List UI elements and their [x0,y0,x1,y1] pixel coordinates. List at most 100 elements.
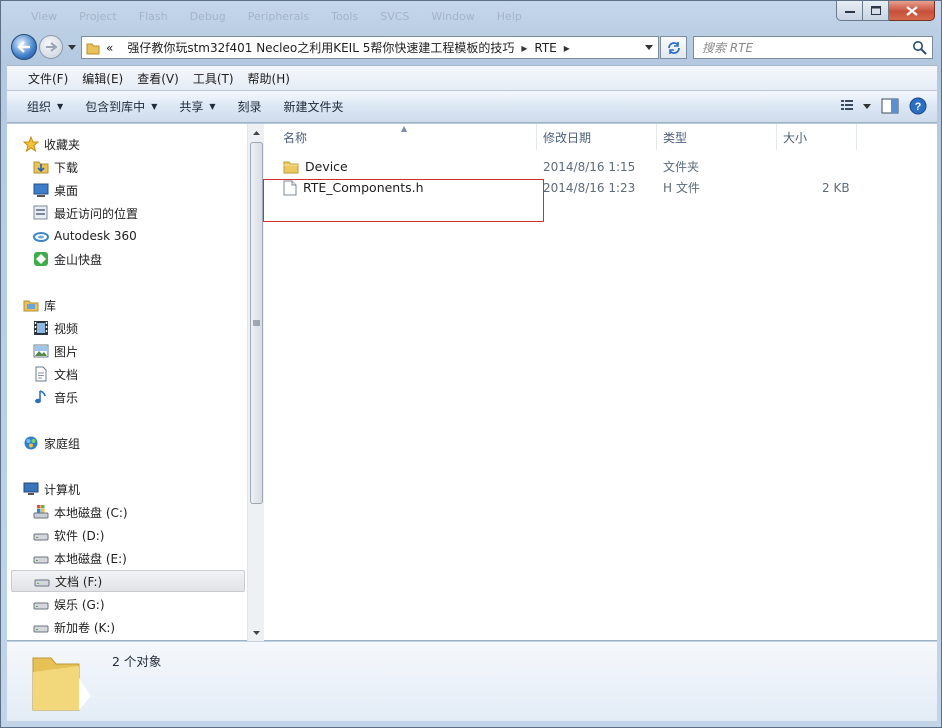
breadcrumb-separator-icon[interactable]: ▸ [521,41,527,55]
chevron-down-icon: ▼ [151,102,158,111]
folder-icon [283,159,299,175]
file-type: H 文件 [663,181,700,195]
nav-libraries[interactable]: 库 [23,294,247,316]
minimize-button[interactable] [836,1,863,21]
bg-menu-item: Help [496,10,522,23]
nav-downloads[interactable]: 下载 [33,156,247,178]
chevron-down-icon: ▼ [57,102,64,111]
scroll-down-button[interactable] [248,624,264,641]
refresh-icon [667,41,680,54]
column-header-name[interactable]: 名称 [277,124,537,150]
drive-icon [33,550,49,566]
nav-scrollbar[interactable] [247,124,264,641]
nav-pictures[interactable]: 图片 [33,340,247,362]
column-header-size[interactable]: 大小 [777,124,857,150]
nav-documents[interactable]: 文档 [33,363,247,385]
breadcrumb-separator-icon[interactable]: ▸ [564,41,570,55]
nav-music[interactable]: 音乐 [33,386,247,408]
grip-icon [253,320,260,326]
nav-computer[interactable]: 计算机 [23,478,247,500]
search-input[interactable]: 搜索 RTE [693,36,933,59]
organize-label: 组织 [27,100,52,114]
maximize-button[interactable] [863,1,889,21]
menu-edit[interactable]: 编辑(E) [75,70,130,87]
nav-kuaipan[interactable]: 金山快盘 [33,248,247,270]
include-in-library-button[interactable]: 包含到库中 ▼ [77,98,165,115]
column-header-date[interactable]: 修改日期 [537,124,657,150]
menu-bar: 文件(F) 编辑(E) 查看(V) 工具(T) 帮助(H) [7,65,937,90]
back-button[interactable] [11,34,37,60]
drive-icon [33,596,49,612]
star-icon [23,136,39,152]
burn-button[interactable]: 刻录 [230,98,270,115]
organize-button[interactable]: 组织 ▼ [19,98,71,115]
document-icon [33,366,49,382]
new-folder-label: 新建文件夹 [283,100,344,114]
nav-autodesk-360[interactable]: Autodesk 360 [33,225,247,247]
new-folder-button[interactable]: 新建文件夹 [276,98,352,115]
forward-button[interactable] [39,35,63,59]
nav-homegroup[interactable]: 家庭组 [23,432,247,454]
details-pane: 2 个对象 [7,642,937,721]
scroll-thumb[interactable] [250,142,263,504]
downloads-folder-icon [33,159,49,175]
nav-label: 本地磁盘 (E:) [54,551,127,566]
chevron-down-icon [252,630,260,635]
nav-favorites[interactable]: 收藏夹 [23,133,247,155]
bg-menu-item: Peripherals [247,10,310,23]
nav-drive-k[interactable]: 新加卷 (K:) [33,616,247,638]
menu-view[interactable]: 查看(V) [130,70,186,87]
chevron-down-icon [645,45,653,50]
refresh-button[interactable] [660,36,687,59]
address-dropdown-button[interactable] [640,37,658,58]
bg-menu-item: Debug [189,10,226,23]
breadcrumb-item[interactable]: RTE [534,41,556,55]
menu-help[interactable]: 帮助(H) [241,70,297,87]
command-bar: 组织 ▼ 包含到库中 ▼ 共享 ▼ 刻录 新建文件夹 ? [7,90,937,123]
view-options-icon[interactable] [841,99,871,113]
breadcrumb-item[interactable]: 强仔教你玩stm32f401 Necleo之利用KEIL 5帮你快速建工程模板的… [127,39,514,56]
bg-menu-item: Window [431,10,475,23]
search-icon[interactable] [912,40,928,56]
nav-label: 娱乐 (G:) [54,597,105,612]
scroll-up-button[interactable] [248,124,264,141]
desktop-icon [33,182,49,198]
column-header-type[interactable]: 类型 [657,124,777,150]
kuaipan-icon [33,251,49,267]
nav-label: 收藏夹 [44,137,81,152]
cloud-icon [33,228,49,244]
nav-drive-c[interactable]: 本地磁盘 (C:) [33,501,247,523]
bg-menu-item: Project [79,10,117,23]
file-row[interactable]: Device 2014/8/16 1:15 文件夹 [265,156,937,177]
background-app-menu: View Project Flash Debug Peripherals Too… [1,1,601,31]
share-button[interactable]: 共享 ▼ [171,98,223,115]
nav-label: 文档 [54,367,79,382]
nav-drive-d[interactable]: 软件 (D:) [33,524,247,546]
breadcrumb-overflow[interactable]: « [106,41,113,55]
nav-drive-e[interactable]: 本地磁盘 (E:) [33,547,247,569]
menu-tools[interactable]: 工具(T) [186,70,241,87]
nav-drive-f[interactable]: 文档 (F:) [11,570,245,592]
file-size: 2 KB [822,180,850,195]
nav-desktop[interactable]: 桌面 [33,179,247,201]
nav-drive-g[interactable]: 娱乐 (G:) [33,593,247,615]
close-button[interactable] [889,1,935,21]
bg-menu-item: Tools [331,10,359,23]
preview-pane-icon[interactable] [881,98,899,114]
address-bar[interactable]: « 强仔教你玩stm32f401 Necleo之利用KEIL 5帮你快速建工程模… [81,36,659,59]
recent-pages-button[interactable] [66,41,78,53]
annotation-highlight-box [263,179,544,222]
menu-file[interactable]: 文件(F) [21,70,75,87]
help-icon[interactable]: ? [909,97,927,115]
music-icon [33,389,49,405]
navigation-pane: 收藏夹 下载 桌面 最近访问的位置 Autodesk 360 金山快盘 库 视频… [7,124,247,640]
search-placeholder: 搜索 RTE [702,41,754,55]
include-in-library-label: 包含到库中 [85,100,146,114]
chevron-down-icon [68,44,76,50]
svg-text:?: ? [915,101,922,113]
nav-label: 本地磁盘 (C:) [54,505,128,520]
burn-label: 刻录 [237,100,262,114]
nav-videos[interactable]: 视频 [33,317,247,339]
nav-recent-places[interactable]: 最近访问的位置 [33,202,247,224]
arrow-right-icon [46,42,57,52]
